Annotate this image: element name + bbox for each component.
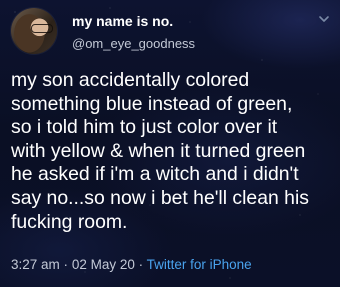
tweet-card: my name is no. @om_eye_goodness my son a… xyxy=(0,0,340,287)
author-handle[interactable]: @om_eye_goodness xyxy=(72,36,195,52)
chevron-down-icon[interactable] xyxy=(317,12,331,24)
tweet-time[interactable]: 3:27 am xyxy=(11,257,60,272)
tweet-date[interactable]: 02 May 20 xyxy=(72,257,135,272)
avatar[interactable] xyxy=(11,8,57,54)
meta-separator: · xyxy=(63,257,69,272)
tweet-source-link[interactable]: Twitter for iPhone xyxy=(147,257,252,272)
author-display-name[interactable]: my name is no. xyxy=(72,12,173,30)
tweet-metadata: 3:27 am · 02 May 20 · Twitter for iPhone xyxy=(11,256,252,274)
tweet-text: my son accidentally colored something bl… xyxy=(11,69,309,233)
meta-separator: · xyxy=(138,257,144,272)
avatar-glasses-detail xyxy=(31,24,53,33)
